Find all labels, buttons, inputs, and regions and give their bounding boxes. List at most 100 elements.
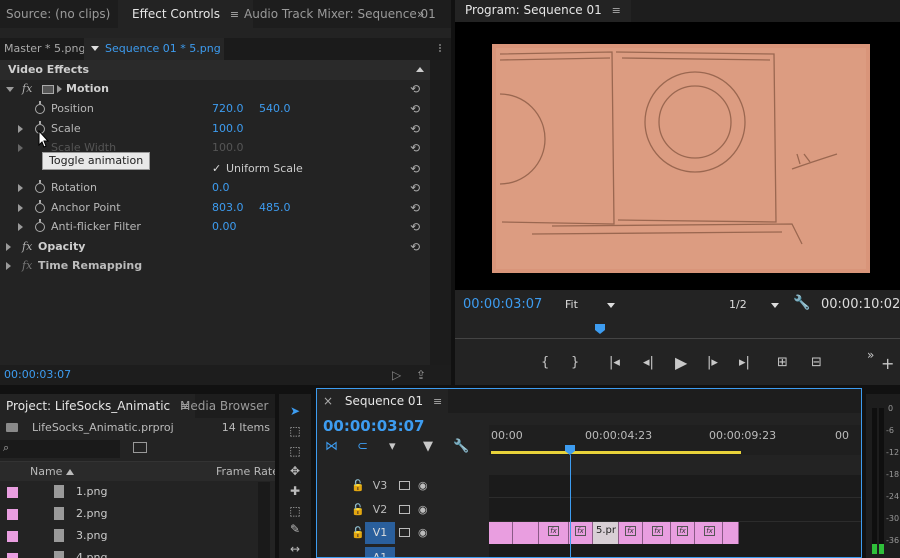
toggle-sync-icon[interactable] [399,528,410,537]
marker-icon[interactable]: ▼ [423,439,433,454]
close-icon[interactable]: × [323,394,333,408]
program-viewer[interactable] [455,22,900,290]
clip[interactable]: fx [569,522,593,544]
new-bin-icon[interactable] [133,442,147,453]
project-search-input[interactable]: ⌕ [0,440,120,458]
wrench-icon[interactable]: 🔧 [793,295,810,311]
reset-icon[interactable]: ⟲ [410,182,422,194]
eye-icon[interactable]: ◉ [418,526,428,539]
reset-icon[interactable]: ⟲ [410,142,422,154]
reset-icon[interactable]: ⟲ [410,123,422,135]
track-name[interactable]: A1 [365,547,395,557]
eye-icon[interactable]: ◉ [418,479,428,492]
clip[interactable]: fx [695,522,723,544]
go-to-out-icon[interactable]: ▸| [739,355,750,370]
track-select-tool-icon[interactable]: ⬚ [286,424,304,438]
effect-timecode[interactable]: 00:00:03:07 [4,368,71,381]
expand-opacity-icon[interactable] [6,243,11,251]
overflow-icon[interactable]: » [867,348,874,362]
clip[interactable]: fx [619,522,643,544]
wrench-icon[interactable]: 🔧 [453,439,469,454]
pen-tool-icon[interactable]: ✎ [286,522,304,536]
effect-scrollbar[interactable] [430,60,451,365]
expand-motion-icon[interactable] [6,87,14,92]
track-name[interactable]: V2 [369,503,391,516]
project-scrollbar[interactable] [258,482,270,558]
lift-icon[interactable]: ⊞ [777,355,788,370]
mark-in-icon[interactable]: { [541,355,549,370]
tab-media-browser[interactable]: Media Browser [180,394,268,418]
clip[interactable]: fx [643,522,671,544]
add-marker-icon[interactable]: ▾ [389,439,396,454]
clip[interactable] [723,522,739,544]
reset-icon[interactable]: ⟲ [410,163,422,175]
toggle-sync-icon[interactable] [399,481,410,490]
col-name-header[interactable]: Name [30,462,62,482]
linked-selection-icon[interactable]: ⊂ [357,439,368,454]
ripple-edit-tool-icon[interactable]: ⬚ [286,444,304,458]
clip[interactable] [513,522,539,544]
playhead-icon[interactable] [595,324,605,334]
clip[interactable] [489,522,513,544]
selection-tool-icon[interactable]: ➤ [286,404,304,418]
snap-icon[interactable]: ⋈ [325,439,338,454]
timeline-timecode[interactable]: 00:00:03:07 [323,417,425,435]
timeline-ruler[interactable]: 00:00 00:00:04:23 00:00:09:23 00 [489,425,861,455]
play-icon[interactable]: ▶ [675,353,687,372]
reset-icon[interactable]: ⟲ [410,241,422,253]
sequence-clip-tab[interactable]: Sequence 01 * 5.png [84,38,224,60]
overflow-icon[interactable]: » [417,0,424,28]
rolling-edit-tool-icon[interactable]: ✥ [286,464,304,478]
fit-dropdown[interactable]: Fit [559,296,619,314]
lock-icon[interactable]: 🔓 [351,479,365,492]
anti-flicker-value[interactable]: 0.00 [212,217,237,237]
clip[interactable]: fx [671,522,695,544]
list-item[interactable]: 4.png [0,548,260,558]
opacity-row[interactable]: fx Opacity ⟲ [0,237,430,257]
expand-rotation-icon[interactable] [18,184,23,192]
filter-icon[interactable]: ▷ [392,368,401,382]
tab-project[interactable]: Project: LifeSocks_Animatic ≡ [0,394,196,418]
expand-anchor-icon[interactable] [18,204,23,212]
motion-transform-icon[interactable] [42,85,54,94]
step-back-icon[interactable]: ◂| [643,355,654,370]
toggle-sync-icon[interactable] [399,505,410,514]
work-area-bar[interactable] [491,451,741,454]
reset-icon[interactable]: ⟲ [410,83,422,95]
motion-row[interactable]: fx Motion ⟲ [0,79,430,99]
tab-sequence[interactable]: × Sequence 01 ≡ [317,389,449,413]
expand-time-remap-icon[interactable] [6,262,11,270]
list-item[interactable]: 2.png [0,504,260,524]
collapse-up-icon[interactable] [416,67,424,72]
anchor-y-value[interactable]: 485.0 [259,198,291,218]
tab-source[interactable]: Source: (no clips) [6,0,110,28]
mark-out-icon[interactable]: } [571,355,579,370]
export-icon[interactable]: ⇪ [416,368,426,382]
track-name[interactable]: V1 [365,522,395,544]
expand-antiflicker-icon[interactable] [18,223,23,231]
panel-menu-icon[interactable]: ≡ [230,8,239,21]
position-y-value[interactable]: 540.0 [259,99,291,119]
sort-up-icon[interactable] [66,469,74,475]
master-clip-label[interactable]: Master * 5.png [4,39,86,59]
panel-menu-icon[interactable]: ≡ [612,4,621,17]
clip-selected[interactable]: 5.pr [593,522,619,544]
tab-program[interactable]: Program: Sequence 01 ≡ [455,0,631,22]
reset-icon[interactable]: ⟲ [410,103,422,115]
uniform-scale-checkbox[interactable]: ✓ [212,159,221,179]
program-scrub-bar[interactable] [455,320,900,340]
fx-icon[interactable]: fx [22,237,32,257]
expand-scale-width-icon[interactable] [18,144,23,152]
reset-icon[interactable]: ⟲ [410,202,422,214]
lock-icon[interactable]: 🔓 [351,526,365,539]
col-frame-rate-header[interactable]: Frame Rate [216,462,275,482]
go-to-in-icon[interactable]: |◂ [609,355,620,370]
stopwatch-icon[interactable] [35,200,45,213]
stopwatch-icon[interactable] [35,101,45,114]
tab-effect-controls[interactable]: Effect Controls ≡ [118,0,254,28]
position-x-value[interactable]: 720.0 [212,99,244,119]
lock-icon[interactable]: 🔓 [351,503,365,516]
tab-audio-mixer[interactable]: Audio Track Mixer: Sequence 01 [244,0,436,28]
program-timecode[interactable]: 00:00:03:07 [463,297,542,312]
scale-value[interactable]: 100.0 [212,119,244,139]
